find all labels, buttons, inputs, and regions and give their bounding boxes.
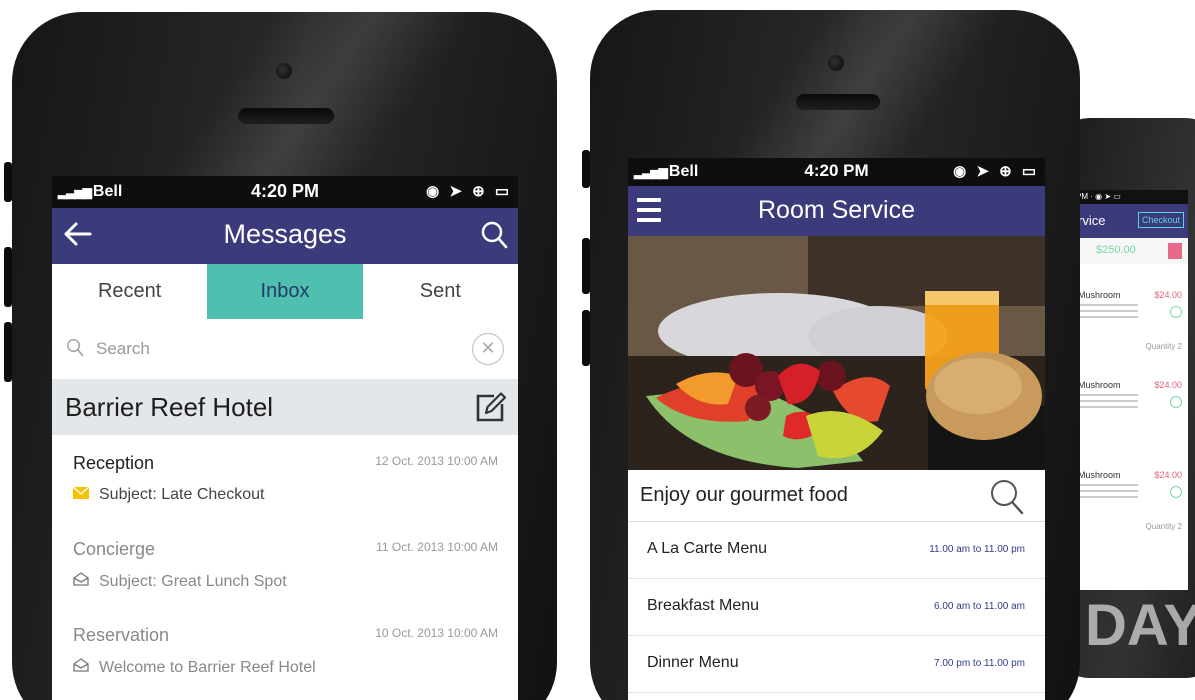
cart-total: $250.00 bbox=[1072, 238, 1188, 264]
message-sender: Concierge bbox=[73, 539, 156, 559]
message-subject: Welcome to Barrier Reef Hotel bbox=[73, 658, 316, 677]
item-price: $24.00 bbox=[1154, 470, 1182, 480]
messages-screen: ▂▃▅▆ Bell 4:20 PM ◉ ➤ ⊕ ▭ Messages Recent… bbox=[52, 176, 518, 700]
message-sender: Reception bbox=[73, 453, 155, 473]
message-date: 12 Oct. 2013 10:00 AM bbox=[375, 454, 498, 468]
message-subject: Subject: Late Checkout bbox=[72, 486, 264, 504]
item-description bbox=[1078, 484, 1138, 502]
status-bar: ▂▃▅▆ Bell 4:20 PM ◉ ➤ ⊕ ▭ bbox=[628, 158, 1045, 186]
total-value: $250.00 bbox=[1096, 244, 1136, 256]
status-icons: ◉ ➤ ⊕ ▭ bbox=[426, 183, 512, 200]
status-bar: PM · ◉ ➤ ▭ bbox=[1072, 190, 1188, 204]
add-icon[interactable] bbox=[1170, 306, 1182, 318]
header-bar: rvice Checkout bbox=[1072, 204, 1188, 238]
item-price: $24.00 bbox=[1154, 290, 1182, 300]
banner-text: Enjoy our gourmet food bbox=[640, 484, 848, 506]
room-service-screen: ▂▃▅▆ Bell 4:20 PM ◉ ➤ ⊕ ▭ Room Service E… bbox=[628, 158, 1045, 700]
tab-recent[interactable]: Recent bbox=[52, 264, 207, 319]
volume-up-button bbox=[582, 238, 590, 294]
menu-name: Breakfast Menu bbox=[647, 597, 760, 614]
message-sender: Reservation bbox=[73, 625, 170, 645]
open-envelope-icon bbox=[73, 658, 91, 677]
quantity-label: Quantity 2 bbox=[1145, 342, 1182, 351]
item-name: Mushroom bbox=[1078, 290, 1121, 300]
add-icon[interactable] bbox=[1170, 486, 1182, 498]
message-date: 11 Oct. 2013 10:00 AM bbox=[376, 540, 498, 554]
menu-hours: 7.00 pm to 11.00 pm bbox=[934, 658, 1025, 669]
compose-icon[interactable] bbox=[474, 391, 508, 428]
item-price: $24.00 bbox=[1154, 380, 1182, 390]
search-glass-icon bbox=[66, 338, 84, 363]
item-name: Mushroom bbox=[1078, 470, 1121, 480]
envelope-icon bbox=[72, 486, 91, 504]
earpiece-speaker bbox=[796, 94, 880, 110]
menu-hours: 6.00 am to 11.00 am bbox=[934, 601, 1025, 612]
cart-screen: PM · ◉ ➤ ▭ rvice Checkout $250.00 Mushro… bbox=[1072, 190, 1188, 590]
gourmet-banner: Enjoy our gourmet food bbox=[628, 470, 1045, 522]
menu-item-breakfast[interactable]: Breakfast Menu 6.00 am to 11.00 am bbox=[628, 579, 1045, 636]
checkout-button[interactable]: Checkout bbox=[1137, 212, 1184, 228]
clear-search-icon[interactable]: ✕ bbox=[472, 333, 504, 365]
header-bar: Room Service bbox=[628, 186, 1045, 236]
menu-item-a-la-carte[interactable]: A La Carte Menu 11.00 am to 11.00 pm bbox=[628, 522, 1045, 579]
message-subject: Subject: Great Lunch Spot bbox=[73, 572, 287, 591]
earpiece-speaker bbox=[238, 108, 334, 124]
status-bar: ▂▃▅▆ Bell 4:20 PM ◉ ➤ ⊕ ▭ bbox=[52, 176, 518, 208]
page-title: Messages bbox=[223, 219, 347, 249]
add-icon[interactable] bbox=[1170, 396, 1182, 408]
open-envelope-icon bbox=[73, 572, 91, 591]
volume-down-button bbox=[4, 322, 12, 382]
search-bar[interactable]: Search ✕ bbox=[52, 319, 518, 379]
menu-name: Dinner Menu bbox=[647, 654, 739, 671]
cart-item[interactable]: Mushroom $24.00 bbox=[1072, 372, 1188, 462]
quantity-label: Quantity 2 bbox=[1145, 522, 1182, 531]
page-title: rvice bbox=[1078, 213, 1106, 228]
tab-bar: Recent Inbox Sent bbox=[52, 264, 518, 319]
item-name: Mushroom bbox=[1078, 380, 1121, 390]
message-item[interactable]: Concierge 11 Oct. 2013 10:00 AM Subject:… bbox=[52, 521, 518, 607]
search-icon[interactable] bbox=[480, 220, 508, 255]
search-icon[interactable] bbox=[989, 478, 1025, 521]
status-icons: ◉ ➤ ⊕ ▭ bbox=[953, 163, 1039, 180]
food-hero-image bbox=[628, 236, 1045, 470]
menu-hours: 11.00 am to 11.00 pm bbox=[929, 544, 1025, 555]
front-camera bbox=[828, 55, 844, 71]
tab-sent[interactable]: Sent bbox=[363, 264, 518, 319]
header-bar: Messages bbox=[52, 208, 518, 264]
thread-header: Barrier Reef Hotel bbox=[52, 379, 518, 435]
trash-icon[interactable] bbox=[1168, 243, 1182, 259]
mute-switch bbox=[4, 162, 12, 202]
cart-item[interactable]: Mushroom $24.00 Quantity 2 bbox=[1072, 462, 1188, 552]
cart-item[interactable]: Mushroom $24.00 Quantity 2 bbox=[1072, 282, 1188, 372]
volume-up-button bbox=[4, 247, 12, 307]
thread-title: Barrier Reef Hotel bbox=[65, 392, 274, 422]
item-description bbox=[1078, 394, 1138, 412]
tab-inbox[interactable]: Inbox bbox=[207, 264, 363, 319]
volume-down-button bbox=[582, 310, 590, 366]
item-description bbox=[1078, 304, 1138, 322]
message-date: 10 Oct. 2013 10:00 AM bbox=[375, 626, 498, 640]
menu-name: A La Carte Menu bbox=[647, 540, 768, 557]
mute-switch bbox=[582, 150, 590, 188]
menu-item-dinner[interactable]: Dinner Menu 7.00 pm to 11.00 pm bbox=[628, 636, 1045, 693]
page-title: Room Service bbox=[758, 196, 915, 224]
front-camera bbox=[276, 63, 292, 79]
search-input[interactable]: Search bbox=[96, 339, 150, 359]
message-item[interactable]: Reception 12 Oct. 2013 10:00 AM Subject:… bbox=[52, 435, 518, 521]
message-item[interactable]: Reservation 10 Oct. 2013 10:00 AM Welcom… bbox=[52, 607, 518, 693]
